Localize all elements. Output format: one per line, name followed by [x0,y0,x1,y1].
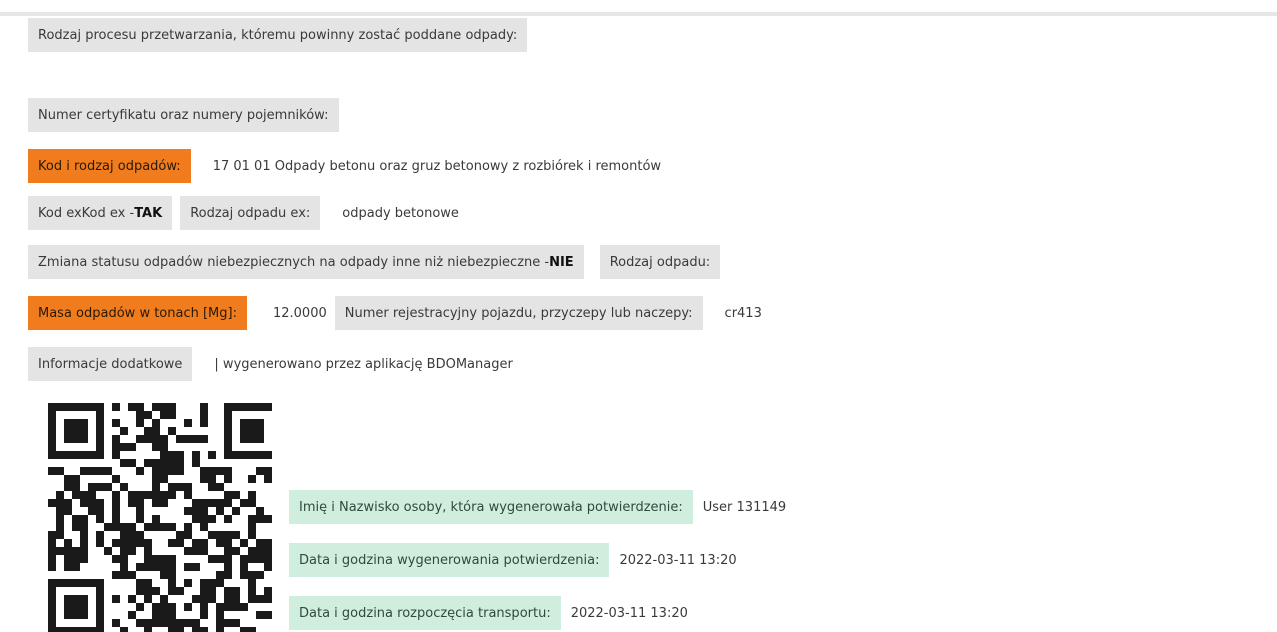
top-divider [0,0,1277,16]
generated-at-label: Data i godzina wygenerowania potwierdzen… [289,543,610,577]
generated-by-label: Imię i Nazwisko osoby, która wygenerował… [289,490,693,524]
process-type-row: Rodzaj procesu przetwarzania, któremu po… [28,18,528,52]
mass-value: 12.0000 [272,305,327,321]
additional-info-row: Informacje dodatkowe | wygenerowano prze… [28,347,527,381]
vehicle-label: Numer rejestracyjny pojazdu, przyczepy l… [334,296,703,330]
ex-code-label-text: Kod exKod ex - [38,205,135,221]
hazard-change-row: Zmiana statusu odpadów niebezpiecznych n… [28,245,721,279]
waste-code-value: 17 01 01 Odpady betonu oraz gruz betonow… [212,158,662,174]
mass-label: Masa odpadów w tonach [Mg]: [28,296,247,330]
waste-type-label: Rodzaj odpadu: [599,245,721,279]
certificate-row: Numer certyfikatu oraz numery pojemników… [28,98,339,132]
ex-code-value: TAK [134,205,163,221]
generated-at-value: 2022-03-11 13:20 [619,552,737,568]
additional-info-value: | wygenerowano przez aplikację BDOManage… [214,356,513,372]
certificate-label: Numer certyfikatu oraz numery pojemników… [28,98,339,132]
hazard-change-label: Zmiana statusu odpadów niebezpiecznych n… [28,245,584,279]
ex-waste-type-value: odpady betonowe [342,205,459,221]
generated-by-row: Imię i Nazwisko osoby, która wygenerował… [289,490,800,524]
additional-info-label: Informacje dodatkowe [28,347,193,381]
waste-code-row: Kod i rodzaj odpadów: 17 01 01 Odpady be… [28,149,675,183]
generated-at-row: Data i godzina wygenerowania potwierdzen… [289,543,751,577]
transport-start-row: Data i godzina rozpoczęcia transportu: 2… [289,596,702,630]
hazard-change-value: NIE [549,254,574,270]
ex-code-row: Kod exKod ex - TAK Rodzaj odpadu ex: odp… [28,196,473,230]
ex-code-label: Kod exKod ex - TAK [28,196,173,230]
process-type-label: Rodzaj procesu przetwarzania, któremu po… [28,18,528,52]
qr-code-icon [48,403,272,632]
mass-row: Masa odpadów w tonach [Mg]: 12.0000 Nume… [28,296,776,330]
waste-code-label: Kod i rodzaj odpadów: [28,149,191,183]
transport-start-label: Data i godzina rozpoczęcia transportu: [289,596,561,630]
vehicle-value: cr413 [724,305,762,321]
transport-start-value: 2022-03-11 13:20 [570,605,688,621]
ex-waste-type-label: Rodzaj odpadu ex: [180,196,321,230]
hazard-change-label-text: Zmiana statusu odpadów niebezpiecznych n… [38,254,550,270]
generated-by-value: User 131149 [702,499,787,515]
